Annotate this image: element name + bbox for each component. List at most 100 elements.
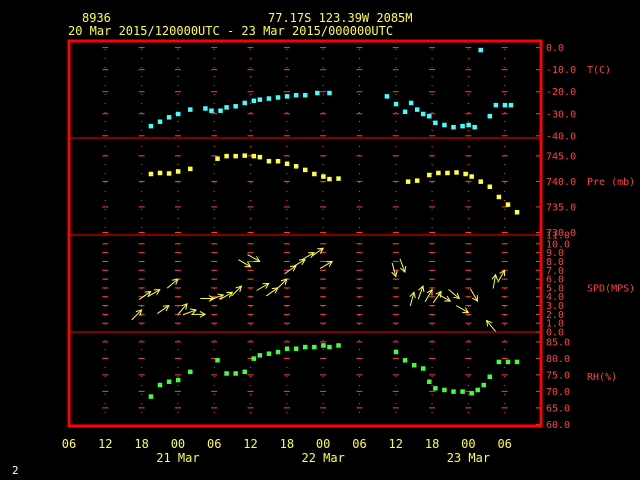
x-tick-label: 00 <box>171 437 185 451</box>
humidity-point <box>442 387 447 393</box>
temperature-point <box>275 95 281 100</box>
x-tick-label: 18 <box>134 437 148 451</box>
temperature-point <box>266 96 272 101</box>
humidity-point <box>427 379 432 384</box>
humidity-point <box>242 369 247 375</box>
temperature-point <box>327 90 332 96</box>
humidity-point <box>251 356 257 361</box>
temperature-point <box>175 111 181 117</box>
humidity-point <box>411 362 417 368</box>
pressure-point <box>514 210 520 215</box>
temperature-point <box>251 98 257 104</box>
humidity-point <box>266 351 272 356</box>
humidity-point <box>175 377 181 383</box>
pressure-point <box>414 178 420 183</box>
chart-background <box>0 0 640 480</box>
pressure-point <box>224 153 229 159</box>
x-tick-label: 18 <box>425 437 439 451</box>
x-date-label: 22 Mar <box>301 451 344 465</box>
temperature-point <box>508 102 514 108</box>
y-tick-label: -10.0 <box>546 65 576 76</box>
temperature-point <box>257 97 263 102</box>
pressure-point <box>157 170 163 176</box>
pressure-point <box>312 171 317 177</box>
temperature-point <box>414 107 420 112</box>
humidity-point <box>188 369 193 375</box>
x-tick-label: 06 <box>207 437 221 451</box>
y-tick-label: 60.0 <box>546 420 570 431</box>
pressure-axis-label: Pre (mb) <box>587 177 635 188</box>
y-tick-label: 85.0 <box>546 337 570 348</box>
x-tick-label: 12 <box>243 437 257 451</box>
temperature-point <box>303 93 308 98</box>
humidity-point <box>157 382 163 388</box>
humidity-point <box>402 358 408 363</box>
pressure-point <box>251 153 257 159</box>
humidity-point <box>257 353 263 358</box>
y-tick-label: 80.0 <box>546 354 570 365</box>
temperature-point <box>148 123 154 129</box>
pressure-point <box>463 171 468 177</box>
station-location: 77.17S 123.39W 2085M <box>268 11 413 25</box>
humidity-point <box>275 349 281 355</box>
temperature-point <box>460 123 465 129</box>
humidity-point <box>303 344 308 350</box>
y-tick-label: -40.0 <box>546 131 576 142</box>
y-tick-label: 75.0 <box>546 370 570 381</box>
humidity-point <box>460 389 465 394</box>
temperature-point <box>478 47 483 53</box>
pressure-point <box>445 170 450 176</box>
pressure-point <box>215 156 220 161</box>
y-tick-label: 740.0 <box>546 177 576 188</box>
page-number: 2 <box>12 464 19 477</box>
temperature-point <box>188 107 193 112</box>
temperature-point <box>203 106 208 111</box>
humidity-point <box>327 344 332 350</box>
temperature-point <box>408 100 414 106</box>
temperature-point <box>451 124 456 130</box>
temperature-point <box>393 101 399 107</box>
pressure-point <box>284 161 290 167</box>
temperature-point <box>157 119 163 124</box>
temperature-point <box>166 115 172 120</box>
x-tick-label: 06 <box>497 437 511 451</box>
humidity-point <box>148 394 154 399</box>
pressure-point <box>478 179 483 184</box>
pressure-point <box>496 194 502 200</box>
temperature-point <box>209 108 214 113</box>
time-period: 20 Mar 2015/120000UTC - 23 Mar 2015/0000… <box>68 24 393 38</box>
pressure-point <box>336 176 341 181</box>
temperature-point <box>402 109 408 115</box>
temperature-point <box>218 108 223 113</box>
x-tick-label: 18 <box>280 437 294 451</box>
pressure-point <box>275 158 281 164</box>
humidity-point <box>505 359 511 365</box>
temperature-point <box>502 102 508 108</box>
pressure-point <box>233 153 238 159</box>
humidity-point <box>481 382 487 388</box>
x-tick-label: 12 <box>98 437 112 451</box>
temperature-point <box>242 100 247 106</box>
temperature-point <box>472 124 477 130</box>
pressure-point <box>303 167 308 173</box>
meteogram-chart: 8936 77.17S 123.39W 2085M 20 Mar 2015/12… <box>0 0 640 480</box>
humidity-point <box>433 386 438 391</box>
pressure-point <box>148 171 154 177</box>
y-tick-label: 70.0 <box>546 387 570 398</box>
pressure-point <box>257 154 263 160</box>
pressure-point <box>487 184 493 189</box>
humidity-point <box>475 387 480 393</box>
temperature-point <box>384 94 390 99</box>
humidity-point <box>233 371 238 376</box>
y-tick-label: -30.0 <box>546 109 576 120</box>
temperature-point <box>493 102 499 108</box>
x-date-label: 21 Mar <box>156 451 199 465</box>
pressure-point <box>469 174 474 179</box>
pressure-point <box>436 170 441 176</box>
humidity-axis-label: RH(%) <box>587 372 617 383</box>
pressure-point <box>293 164 299 169</box>
temperature-point <box>293 93 299 98</box>
temperature-point <box>466 122 471 128</box>
y-tick-label: 0.0 <box>546 43 564 54</box>
humidity-point <box>284 346 290 351</box>
